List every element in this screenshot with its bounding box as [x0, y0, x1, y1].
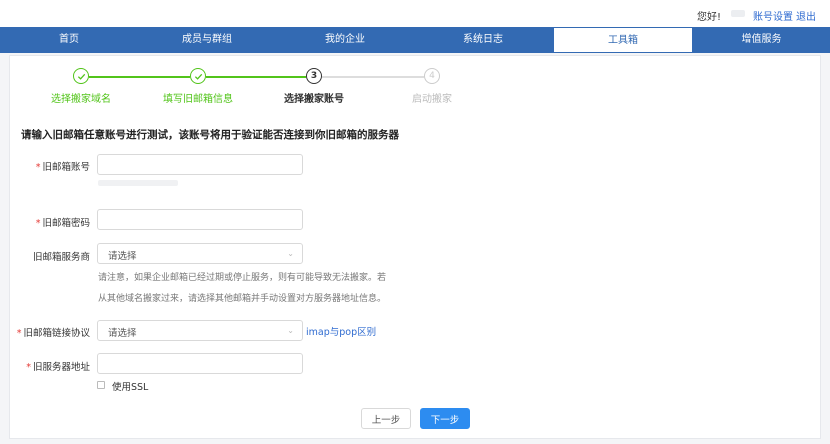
provider-label: 旧邮箱服务商: [32, 252, 90, 263]
nav-home[interactable]: 首页: [0, 27, 138, 53]
nav-members-groups[interactable]: 成员与群组: [138, 27, 276, 53]
chevron-down-icon: ⌄: [287, 326, 294, 335]
provider-hint-line-2: 从其他域名搬家过来，请选择其他邮箱并手动设置对方服务器地址信息。: [98, 294, 387, 304]
nav-toolbox[interactable]: 工具箱: [553, 27, 693, 53]
use-ssl-checkbox[interactable]: [97, 381, 105, 389]
protocol-label: * 旧邮箱链接协议: [16, 328, 90, 339]
step-line-1: [89, 76, 190, 78]
old-account-label: * 旧邮箱账号: [35, 162, 90, 173]
step-line-2: [206, 76, 306, 78]
account-settings-link[interactable]: 账号设置: [753, 8, 793, 23]
username: [731, 10, 745, 17]
old-password-input[interactable]: [97, 209, 303, 230]
old-account-input[interactable]: [97, 154, 303, 175]
migration-panel: 3 4 选择搬家域名 填写旧邮箱信息 选择搬家账号 启动搬家 请输入旧邮箱任意账…: [9, 55, 821, 439]
provider-select[interactable]: 请选择 ⌄: [97, 243, 303, 264]
top-bar: 您好! 账号设置 退出: [0, 0, 830, 27]
step-3-number: 3: [306, 68, 322, 84]
greeting-text: 您好!: [697, 12, 722, 23]
old-account-hint: [98, 180, 178, 186]
step-4-label: 启动搬家: [412, 94, 452, 105]
use-ssl-label: 使用SSL: [112, 382, 149, 393]
main-nav: 首页 成员与群组 我的企业 系统日志 工具箱 增值服务: [0, 27, 830, 53]
prev-step-button[interactable]: 上一步: [361, 408, 411, 429]
step-2-check-icon: [190, 68, 206, 84]
chevron-down-icon: ⌄: [287, 249, 294, 258]
next-step-button[interactable]: 下一步: [420, 408, 470, 429]
server-address-input[interactable]: [97, 353, 303, 374]
step-1-check-icon: [73, 68, 89, 84]
step-line-3: [322, 76, 424, 78]
imap-pop-difference-link[interactable]: imap与pop区别: [306, 324, 376, 338]
provider-hint-line-1: 请注意，如果企业邮箱已经过期或停止服务，则有可能导致无法搬家。若: [98, 273, 387, 283]
step-3-label: 选择搬家账号: [284, 94, 344, 105]
step-1-label: 选择搬家域名: [51, 94, 111, 105]
protocol-select-value: 请选择: [108, 328, 137, 339]
provider-select-value: 请选择: [108, 251, 137, 262]
old-password-label: * 旧邮箱密码: [35, 218, 90, 229]
step-2-label: 填写旧邮箱信息: [163, 94, 233, 105]
nav-value-added[interactable]: 增值服务: [693, 27, 830, 53]
nav-my-enterprise[interactable]: 我的企业: [276, 27, 414, 53]
protocol-select[interactable]: 请选择 ⌄: [97, 320, 303, 341]
logout-link[interactable]: 退出: [796, 8, 816, 23]
step-4-number: 4: [424, 68, 440, 84]
instruction-text: 请输入旧邮箱任意账号进行测试，该账号将用于验证能否连接到你旧邮箱的服务器: [21, 129, 399, 141]
server-address-label: * 旧服务器地址: [26, 362, 90, 373]
nav-system-log[interactable]: 系统日志: [414, 27, 552, 53]
